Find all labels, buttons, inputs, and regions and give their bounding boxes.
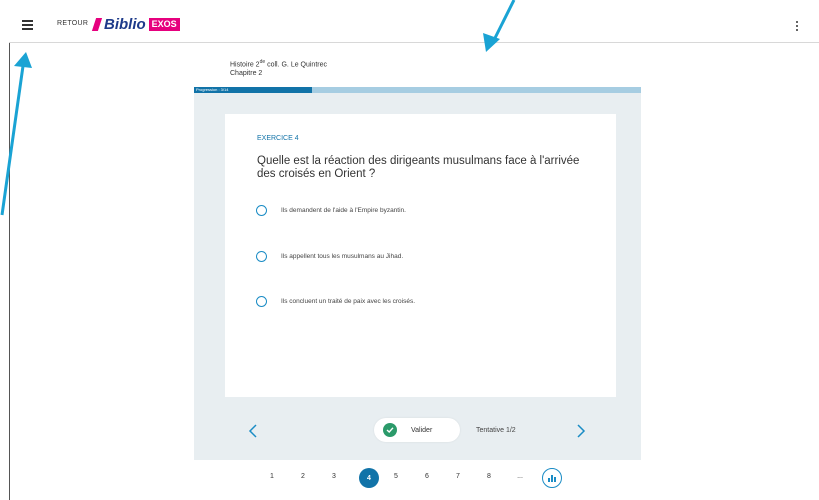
validate-button[interactable]: Valider (374, 418, 460, 442)
attempt-counter: Tentative 1/2 (476, 427, 516, 434)
top-bar: RETOUR Biblio EXOS (9, 7, 819, 43)
page-number[interactable]: 8 (483, 473, 495, 480)
book-chapter: Chapitre 2 (230, 70, 263, 78)
radio-button[interactable] (256, 205, 267, 216)
exercise-panel: EXERCICE 4 Quelle est la réaction des di… (194, 93, 641, 460)
check-icon (383, 423, 397, 437)
answer-label: Ils appellent tous les musulmans au Jiha… (281, 253, 404, 260)
answer-label: Ils concluent un traité de paix avec les… (281, 298, 416, 305)
exercise-label: EXERCICE 4 (257, 135, 299, 142)
back-link[interactable]: RETOUR (57, 20, 88, 27)
radio-button[interactable] (256, 251, 267, 262)
page-number[interactable]: 1 (266, 473, 278, 480)
page-number-active[interactable]: 4 (359, 468, 379, 488)
chevron-right-icon[interactable] (575, 424, 587, 438)
logo-badge: EXOS (148, 17, 180, 31)
question-text: Quelle est la réaction des dirigeants mu… (257, 155, 580, 180)
validate-label: Valider (411, 426, 433, 434)
page-number[interactable]: 2 (297, 473, 309, 480)
book-title: Histoire 2de coll. G. Le Quintrec (230, 59, 327, 69)
exercise-card: EXERCICE 4 Quelle est la réaction des di… (225, 114, 616, 397)
page-number[interactable]: 7 (452, 473, 464, 480)
logo-slash (91, 17, 103, 31)
answer-option[interactable]: Ils demandent de l'aide à l'Empire byzan… (256, 205, 406, 216)
page-number[interactable]: 5 (390, 473, 402, 480)
answer-option[interactable]: Ils concluent un traité de paix avec les… (256, 296, 415, 307)
answer-label: Ils demandent de l'aide à l'Empire byzan… (281, 207, 406, 214)
answer-option[interactable]: Ils appellent tous les musulmans au Jiha… (256, 251, 403, 262)
hamburger-icon[interactable] (22, 20, 33, 30)
book-info: Histoire 2de coll. G. Le Quintrec Chapit… (230, 58, 327, 78)
page-number[interactable]: 3 (328, 473, 340, 480)
chevron-left-icon[interactable] (247, 424, 259, 438)
biblio-exos-logo[interactable]: Biblio EXOS (91, 15, 180, 33)
page-ellipsis: ... (517, 473, 523, 480)
radio-button[interactable] (256, 296, 267, 307)
logo-text: Biblio (104, 15, 146, 33)
page-number[interactable]: 6 (421, 473, 433, 480)
kebab-icon[interactable] (795, 21, 799, 31)
bar-chart-icon[interactable] (542, 468, 562, 488)
